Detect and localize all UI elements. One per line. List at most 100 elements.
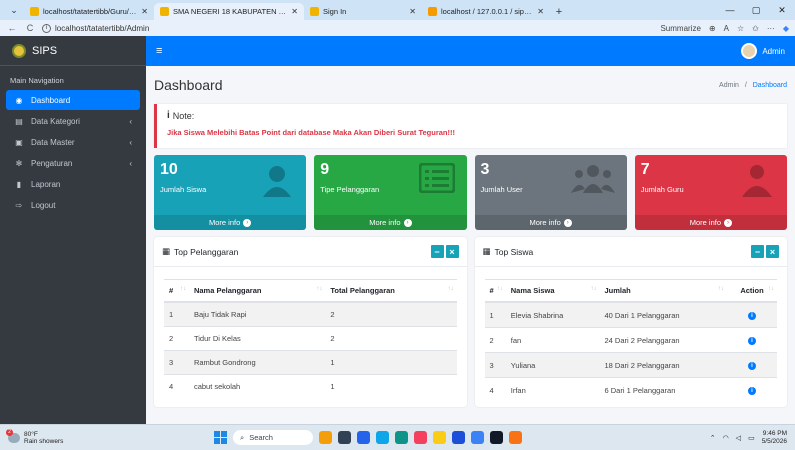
- browser-tab[interactable]: Sign In ✕: [304, 3, 422, 20]
- browser-tab[interactable]: SMA NEGERI 18 KABUPATEN TANG ✕: [154, 3, 304, 20]
- collapse-button[interactable]: −: [751, 245, 764, 258]
- sidebar-item-logout[interactable]: ⇨ Logout: [6, 195, 140, 215]
- column-header[interactable]: Action ↑↓: [726, 279, 777, 303]
- favicon-icon: [310, 7, 319, 16]
- remove-button[interactable]: ×: [766, 245, 779, 258]
- column-header[interactable]: # ↑↓: [484, 279, 506, 303]
- info-circle-icon[interactable]: i: [747, 312, 756, 320]
- arrow-circle-right-icon: ›: [403, 218, 412, 227]
- new-tab-button[interactable]: +: [550, 3, 568, 20]
- breadcrumb-home[interactable]: Admin: [719, 82, 739, 89]
- sidebar-item-dashboard[interactable]: ◉ Dashboard: [6, 90, 140, 110]
- top-pelanggaran-card: ▦ Top Pelanggaran − × # ↑↓ Nama Pelanggara…: [154, 237, 467, 407]
- menu-toggle-icon[interactable]: ≡: [156, 45, 162, 57]
- summarize-button[interactable]: Summarize: [660, 24, 700, 33]
- store-app-icon[interactable]: [452, 431, 465, 444]
- vscode-app-icon[interactable]: [376, 431, 389, 444]
- stat-box-jumlah-user: 3 Jumlah User More info ›: [474, 155, 627, 230]
- favorites-icon[interactable]: ✩: [752, 24, 759, 33]
- windows-taskbar: 2 80°F Rain showers ⌕ Search ⌃ ◠ ◁ ▭ 9:4…: [0, 424, 795, 450]
- action-cell: i: [726, 352, 777, 378]
- tray-chevron-icon[interactable]: ⌃: [710, 434, 716, 442]
- column-header-label: Action: [740, 286, 764, 295]
- site-info-icon[interactable]: i: [42, 23, 51, 33]
- column-header[interactable]: Total Pelanggaran ↑↓: [325, 279, 457, 303]
- more-info-label: More info: [689, 218, 721, 227]
- table-cell: 2: [484, 327, 506, 353]
- more-menu-icon[interactable]: ···: [767, 24, 775, 33]
- card-title: Top Siswa: [494, 246, 534, 257]
- user-menu[interactable]: Admin: [741, 43, 785, 59]
- stat-box-jumlah-siswa: 10 Jumlah Siswa More info ›: [154, 155, 307, 230]
- close-window-button[interactable]: ✕: [769, 5, 795, 16]
- sidebar-item-data-kategori[interactable]: ▤ Data Kategori ‹: [6, 111, 140, 131]
- table-cell: Elevia Shabrina: [505, 301, 600, 328]
- more-info-link[interactable]: More info ›: [314, 215, 467, 230]
- reload-icon[interactable]: C: [24, 23, 36, 33]
- close-tab-icon[interactable]: ✕: [537, 7, 544, 16]
- column-header[interactable]: Jumlah ↑↓: [599, 279, 727, 303]
- weather-widget[interactable]: 2 80°F Rain showers: [6, 428, 178, 445]
- sidebar-item-pengaturan[interactable]: ✻ Pengaturan ‹: [6, 153, 140, 173]
- browser-tab[interactable]: localhost / 127.0.0.1 / sips / tb_wa ✕: [422, 3, 550, 20]
- browser-tab[interactable]: localhost/tatatertibb/Guru/lstPela ✕: [24, 3, 154, 20]
- table-cell: Irfan: [505, 377, 600, 402]
- column-header[interactable]: # ↑↓: [164, 279, 189, 303]
- taskview-app-icon[interactable]: [338, 431, 351, 444]
- xampp-app-icon[interactable]: [509, 431, 522, 444]
- table-icon: ▦: [162, 246, 171, 256]
- column-header[interactable]: Nama Pelanggaran ↑↓: [188, 279, 326, 303]
- back-arrow-icon[interactable]: ←: [6, 23, 18, 33]
- sidebar-item-label: Dashboard: [31, 95, 71, 105]
- sort-icon: ↑↓: [496, 286, 503, 292]
- volume-icon[interactable]: ◁: [736, 434, 741, 442]
- zoom-icon[interactable]: ⊕: [709, 24, 716, 33]
- github-app-icon[interactable]: [490, 431, 503, 444]
- info-circle-icon[interactable]: i: [747, 387, 756, 395]
- info-circle-icon[interactable]: i: [747, 337, 756, 345]
- explorer-app-icon[interactable]: [433, 431, 446, 444]
- windows-start-icon[interactable]: [214, 431, 227, 444]
- more-info-label: More info: [208, 218, 241, 227]
- close-tab-icon[interactable]: ✕: [141, 7, 148, 16]
- widgets-app-icon[interactable]: [319, 431, 332, 444]
- minimize-button[interactable]: —: [717, 5, 743, 15]
- chat-app-icon[interactable]: [357, 431, 370, 444]
- brand-link[interactable]: SIPS: [0, 36, 146, 66]
- close-tab-icon[interactable]: ✕: [409, 7, 416, 16]
- users-icon: [570, 163, 615, 195]
- more-info-link[interactable]: More info ›: [474, 215, 627, 230]
- table-cell: Baju Tidak Rapi: [188, 301, 326, 327]
- favorite-star-icon[interactable]: ☆: [737, 24, 744, 33]
- arrow-circle-right-icon: ›: [724, 218, 732, 227]
- read-aloud-icon[interactable]: A: [724, 24, 729, 33]
- restore-button[interactable]: ▢: [743, 5, 769, 16]
- breadcrumb-separator: /: [744, 81, 747, 89]
- column-header[interactable]: Nama Siswa ↑↓: [505, 279, 600, 303]
- tab-list-chevron-icon[interactable]: ⌄: [4, 0, 24, 20]
- sort-icon: ↑↓: [316, 286, 323, 292]
- mail-app-icon[interactable]: [471, 431, 484, 444]
- edge-app-icon[interactable]: [395, 431, 408, 444]
- sort-icon: ↑↓: [717, 286, 724, 292]
- chrome-app-icon[interactable]: [414, 431, 427, 444]
- battery-icon[interactable]: ▭: [748, 434, 755, 442]
- wifi-icon[interactable]: ◠: [723, 434, 729, 442]
- more-info-link[interactable]: More info ›: [634, 215, 787, 230]
- collapse-button[interactable]: −: [430, 245, 444, 258]
- more-info-link[interactable]: More info ›: [154, 215, 307, 230]
- top-siswa-table: # ↑↓ Nama Siswa ↑↓ Jumlah ↑↓ Action ↑↓ 1 Elevia …: [484, 279, 777, 402]
- taskbar-search[interactable]: ⌕ Search: [233, 430, 313, 445]
- close-tab-icon[interactable]: ✕: [291, 7, 298, 16]
- sidebar: SIPS Main Navigation ◉ Dashboard ▤ Data Kat…: [0, 36, 146, 424]
- clock[interactable]: 9:46 PM 5/5/2026: [762, 430, 787, 446]
- column-header-label: Nama Siswa: [510, 286, 555, 295]
- sidebar-item-data-master[interactable]: ▣ Data Master ‹: [6, 132, 140, 152]
- copilot-icon[interactable]: ◆: [783, 24, 789, 33]
- remove-button[interactable]: ×: [445, 245, 459, 258]
- sidebar-item-laporan[interactable]: ▮ Laporan: [6, 174, 140, 194]
- url-text: localhost/tatatertibb/Admin: [55, 23, 150, 33]
- info-circle-icon[interactable]: i: [747, 362, 756, 370]
- table-row: 2 fan 24 Dari 2 Pelanggaran i: [484, 327, 777, 353]
- url-field[interactable]: i localhost/tatatertibb/Admin: [42, 23, 654, 33]
